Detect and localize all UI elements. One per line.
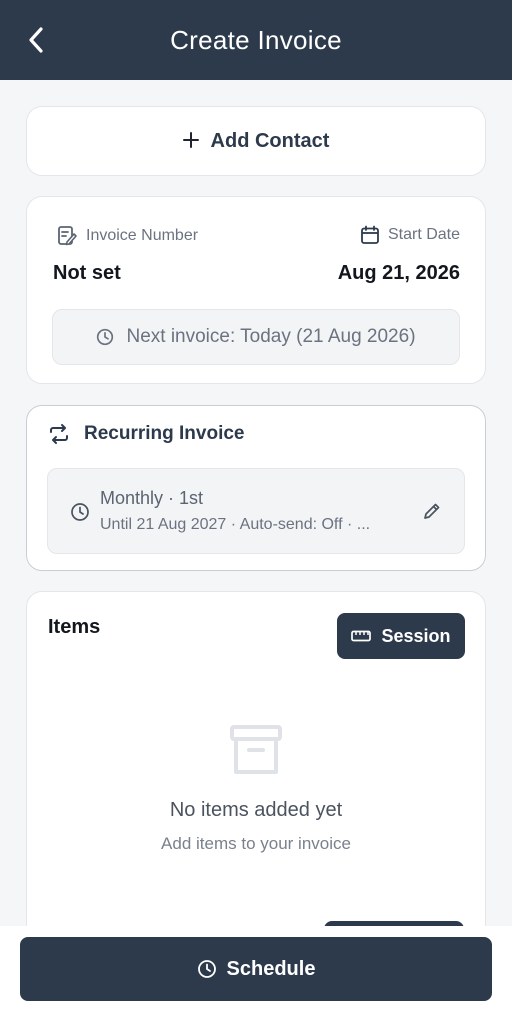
next-invoice-text: Next invoice: Today (21 Aug 2026) [126, 326, 416, 347]
back-button[interactable] [22, 26, 50, 54]
invoice-number-label: Invoice Number [86, 227, 199, 244]
archive-box-icon [230, 725, 282, 774]
app-header: Create Invoice [0, 0, 512, 80]
invoice-edit-icon [58, 226, 77, 246]
pencil-icon[interactable] [422, 501, 442, 521]
recurring-details: Until 21 Aug 2027 · Auto-send: Off · ... [100, 516, 371, 533]
invoice-number-value[interactable]: Not set [53, 262, 121, 285]
calendar-icon [361, 225, 379, 244]
start-date-label-row: Start Date [360, 225, 460, 245]
recurring-schedule-row[interactable]: Monthly · 1st Until 21 Aug 2027 · Auto-s… [47, 468, 465, 554]
clock-icon [71, 503, 89, 521]
recurring-frequency: Monthly · 1st [100, 488, 204, 508]
recurring-invoice-title: Recurring Invoice [84, 423, 245, 444]
start-date-value[interactable]: Aug 21, 2026 [338, 262, 460, 285]
add-contact-button[interactable]: Add Contact [26, 106, 486, 176]
add-contact-label: Add Contact [210, 129, 330, 152]
chevron-left-icon [29, 27, 43, 53]
plus-icon [182, 129, 199, 153]
items-title: Items [48, 616, 101, 638]
page-title: Create Invoice [170, 24, 342, 55]
empty-state-title: No items added yet [169, 799, 343, 821]
clock-icon [97, 328, 114, 346]
recurring-invoice-header: Recurring Invoice [48, 423, 245, 445]
ruler-icon [351, 630, 372, 642]
invoice-number-label-row: Invoice Number [56, 225, 198, 247]
add-session-button[interactable]: Session [337, 613, 465, 659]
clock-icon [197, 960, 216, 978]
schedule-button[interactable]: Schedule [20, 937, 492, 1001]
next-invoice-pill[interactable]: Next invoice: Today (21 Aug 2026) [52, 309, 460, 365]
empty-state-subtitle: Add items to your invoice [161, 834, 351, 853]
repeat-icon [50, 424, 68, 444]
session-button-label: Session [381, 625, 451, 646]
start-date-label: Start Date [387, 226, 460, 243]
schedule-button-label: Schedule [226, 957, 316, 980]
